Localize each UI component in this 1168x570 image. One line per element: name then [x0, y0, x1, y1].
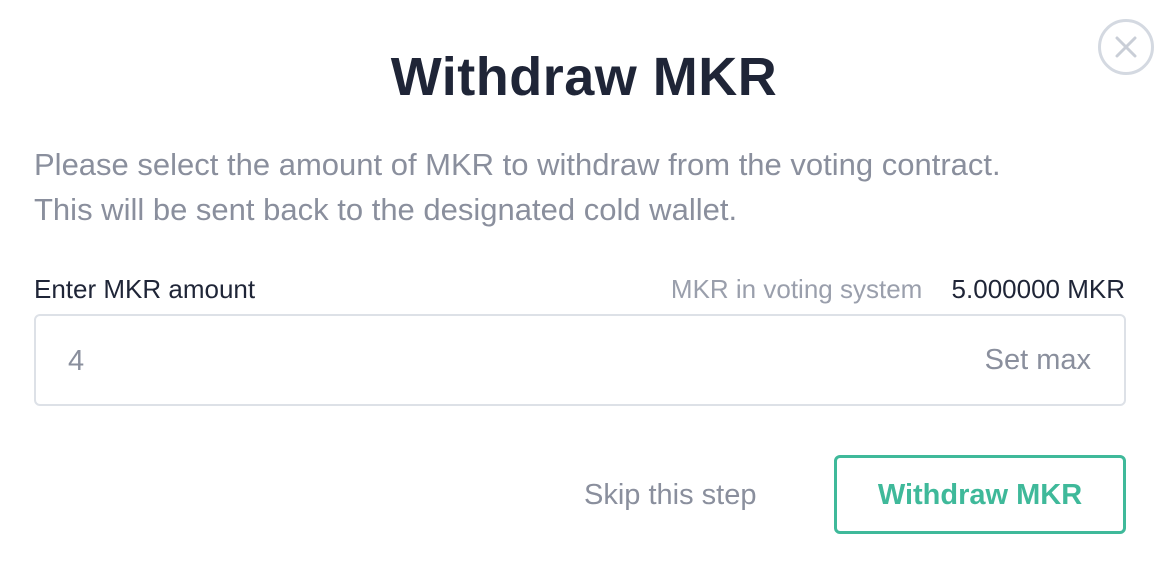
withdraw-modal: Withdraw MKR Please select the amount of… [0, 0, 1168, 570]
amount-label: Enter MKR amount [34, 274, 256, 304]
modal-title: Withdraw MKR [390, 47, 778, 107]
modal-description: Please select the amount of MKR to withd… [34, 147, 1001, 227]
skip-step-button[interactable]: Skip this step [584, 475, 756, 515]
withdraw-button[interactable]: Withdraw MKR [834, 455, 1126, 534]
voting-balance-label: MKR in voting system [670, 274, 923, 304]
set-max-button[interactable]: Set max [985, 340, 1091, 380]
voting-balance-value: 5.000000 MKR [951, 274, 1125, 304]
amount-input[interactable] [68, 336, 868, 386]
voting-balance: MKR in voting system 5.000000 MKR [671, 271, 1125, 307]
amount-input-container: Set max [34, 314, 1126, 406]
